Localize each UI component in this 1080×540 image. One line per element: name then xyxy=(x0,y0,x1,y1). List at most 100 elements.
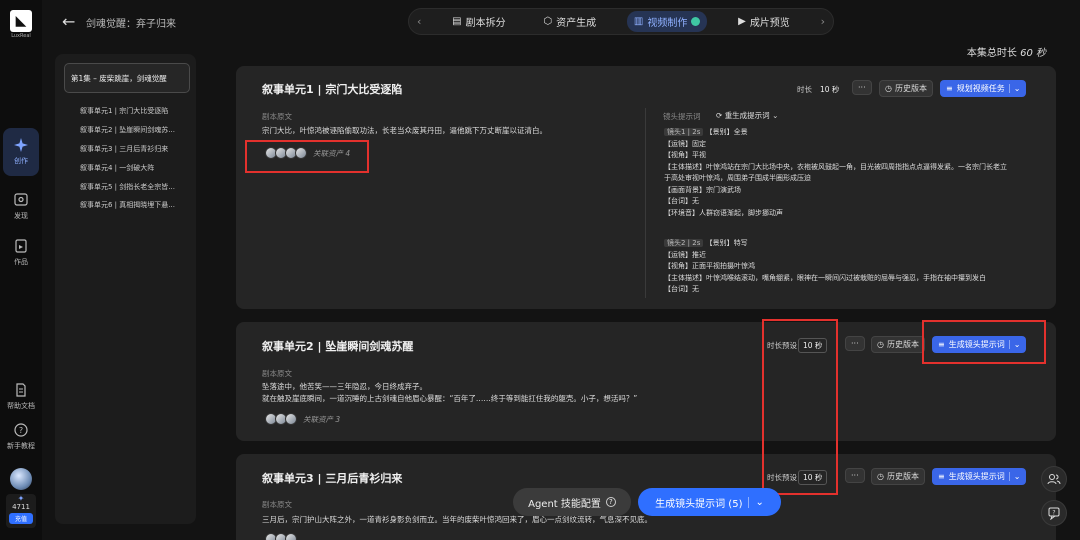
total-duration-label: 本集总时长 xyxy=(966,48,1017,59)
script-icon: ▤ xyxy=(452,16,462,27)
svg-text:?: ? xyxy=(1052,510,1055,517)
shot-kind: 【景别】全景 xyxy=(705,128,748,136)
shot-line: 【主体描述】叶惊鸿喉结滚动，嘴角绷紧，眼神在一瞬间闪过被栽赃的屈辱与强忍，手指在… xyxy=(664,273,986,282)
history-label: 历史版本 xyxy=(886,340,919,349)
regenerate-prompt-button[interactable]: ⟳ 重生成提示词 ⌄ xyxy=(716,110,778,121)
episode-unit-item[interactable]: 叙事单元3 | 三月后青衫归来 xyxy=(80,144,190,154)
chevron-down-icon[interactable]: ⌄ xyxy=(748,496,764,508)
regen-label: 重生成提示词 xyxy=(724,111,770,120)
agent-skill-config-button[interactable]: Agent 技能配置 ? xyxy=(513,488,631,516)
history-label: 历史版本 xyxy=(894,84,927,93)
back-arrow-icon[interactable]: ← xyxy=(62,12,75,31)
rail-item-label: 作品 xyxy=(14,258,28,266)
plan-video-task-button[interactable]: ≡ 规划视频任务 ⌄ xyxy=(940,80,1027,97)
user-avatar[interactable] xyxy=(10,468,32,490)
episode-unit-item[interactable]: 叙事单元1 | 宗门大比受逐陷 xyxy=(80,106,190,116)
history-version-button[interactable]: ◷ 历史版本 xyxy=(879,80,933,97)
recharge-button[interactable]: 充值 xyxy=(9,513,33,524)
shot-line: 【画面背景】宗门演武场 xyxy=(664,185,741,194)
user-group-icon[interactable] xyxy=(1041,466,1067,492)
linked-assets[interactable]: 关联资产 3 xyxy=(265,413,340,425)
sparkle-icon xyxy=(14,138,28,152)
step-script-split[interactable]: ▤ 剧本拆分 xyxy=(445,11,512,32)
rail-item-discover[interactable]: 发现 xyxy=(0,192,42,221)
project-title: 剑魂觉醒：弃子归来 xyxy=(86,19,176,30)
clock-icon: ◷ xyxy=(877,340,884,349)
history-version-button[interactable]: ◷ 历史版本 xyxy=(871,336,925,353)
step-video-make[interactable]: ▥ 视频制作 xyxy=(626,11,708,32)
step-navigation: ‹ ▤ 剧本拆分 ⬡ 资产生成 ▥ 视频制作 ▶ 成片预览 › xyxy=(408,8,834,35)
episode-unit-item[interactable]: 叙事单元4 | 一剑破大阵 xyxy=(80,163,190,173)
history-version-button[interactable]: ◷ 历史版本 xyxy=(871,468,925,485)
chevron-left-icon[interactable]: ‹ xyxy=(417,15,421,28)
step-asset-gen[interactable]: ⬡ 资产生成 xyxy=(536,11,603,32)
script-label: 剧本原文 xyxy=(262,112,292,121)
annotation-box xyxy=(922,320,1046,364)
annotation-box xyxy=(762,319,838,495)
episode-unit-item[interactable]: 叙事单元5 | 剑指长老全宗皆... xyxy=(80,182,190,192)
rail-item-tutorial[interactable]: ? 新手教程 xyxy=(0,422,42,451)
step-label: 视频制作 xyxy=(647,18,688,29)
rail-item-help[interactable]: 帮助文档 xyxy=(0,382,42,411)
duration-label: 时长 xyxy=(797,85,812,94)
step-label: 资产生成 xyxy=(556,18,597,29)
feedback-icon[interactable]: ? xyxy=(1041,500,1067,526)
app-logo[interactable]: ◣ xyxy=(10,10,32,32)
shot-block-2: 镜头2 | 2s 【景别】特写 【运镜】推近 【视角】正面平视拍摄叶惊鸿 【主体… xyxy=(664,238,1044,296)
credit-box: ✦ 4711 充值 xyxy=(6,494,36,528)
episode-unit-item[interactable]: 叙事单元2 | 坠崖瞬间剑魂苏... xyxy=(80,125,190,135)
episode-unit-item[interactable]: 叙事单元6 | 真相揭晓埋下悬... xyxy=(80,200,190,210)
more-button[interactable]: ··· xyxy=(845,336,865,351)
script-text: 坠落途中，他苦笑——三年隐忍，今日终成弃子。 xyxy=(262,382,427,391)
rail-item-create[interactable]: 创作 xyxy=(0,137,42,166)
script-text: 就在触及崖底瞬间，一道沉睡的上古剑魂自他眉心暴醒：“百年了……终于等到能扛住我的… xyxy=(262,394,638,403)
prompt-label: 镜头提示词 xyxy=(663,112,701,121)
gen-label: 生成镜头提示词 xyxy=(948,472,1005,481)
shot-tag: 镜头2 | 2s xyxy=(664,239,704,247)
step-label: 成片预览 xyxy=(749,18,790,29)
episode-current[interactable]: 第1集 – 废柴跳崖，剑魂觉醒 xyxy=(64,63,190,93)
unit-title: 叙事单元1 | 宗门大比受逐陷 xyxy=(262,83,403,96)
step-label: 剧本拆分 xyxy=(465,18,506,29)
more-button[interactable]: ··· xyxy=(852,80,872,95)
history-label: 历史版本 xyxy=(886,472,919,481)
rail-item-label: 帮助文档 xyxy=(7,402,35,410)
asset-thumb xyxy=(285,533,297,540)
logo-text: LuxReal xyxy=(11,33,31,39)
script-label: 剧本原文 xyxy=(262,500,292,509)
generate-shot-prompt-button[interactable]: ≡ 生成镜头提示词 ⌄ xyxy=(932,468,1027,485)
clock-icon: ◷ xyxy=(885,84,892,93)
refresh-icon: ⟳ xyxy=(716,111,723,120)
unit-title: 叙事单元3 | 三月后青衫归来 xyxy=(262,472,403,485)
generate-all-prompts-button[interactable]: 生成镜头提示词 (5) ⌄ xyxy=(638,488,781,516)
shot-line: 【台词】无 xyxy=(664,285,699,293)
shot-kind: 【景别】特写 xyxy=(705,239,748,247)
chevron-right-icon[interactable]: › xyxy=(821,15,825,28)
help-circle-icon: ? xyxy=(605,497,616,507)
rail-item-label: 新手教程 xyxy=(7,442,35,450)
shot-line: 【台词】无 xyxy=(664,197,699,205)
play-icon: ▶ xyxy=(738,16,746,27)
rail-item-label: 创作 xyxy=(14,157,28,165)
agent-label: Agent 技能配置 xyxy=(528,498,601,510)
rail-item-label: 发现 xyxy=(14,212,28,220)
step-preview[interactable]: ▶ 成片预览 xyxy=(731,11,797,32)
video-icon: ▥ xyxy=(633,16,644,27)
cube-icon: ⬡ xyxy=(543,16,553,27)
shot-line: 【主体描述】叶惊鸿站在宗门大比场中央，衣袍被风鼓起一角，目光被四周指指点点逼得发… xyxy=(664,162,1007,171)
rail-item-works[interactable]: 作品 xyxy=(0,238,42,267)
chevron-down-icon[interactable]: ⌄ xyxy=(1008,84,1020,93)
svg-text:?: ? xyxy=(19,426,23,435)
annotation-box xyxy=(245,140,369,173)
shot-line: 【运镜】推近 xyxy=(664,250,706,259)
question-icon: ? xyxy=(14,423,28,437)
list-icon: ≡ xyxy=(946,84,953,93)
clock-icon: ◷ xyxy=(877,472,884,481)
linked-assets[interactable] xyxy=(265,533,297,540)
script-label: 剧本原文 xyxy=(262,369,292,378)
unit-title: 叙事单元2 | 坠崖瞬间剑魂苏醒 xyxy=(262,340,414,353)
document-icon xyxy=(16,383,26,397)
more-button[interactable]: ··· xyxy=(845,468,865,483)
chevron-down-icon[interactable]: ⌄ xyxy=(1008,472,1020,481)
shot-line: 【环境音】人群窃语渐起，脚步挪动声 xyxy=(664,208,783,217)
